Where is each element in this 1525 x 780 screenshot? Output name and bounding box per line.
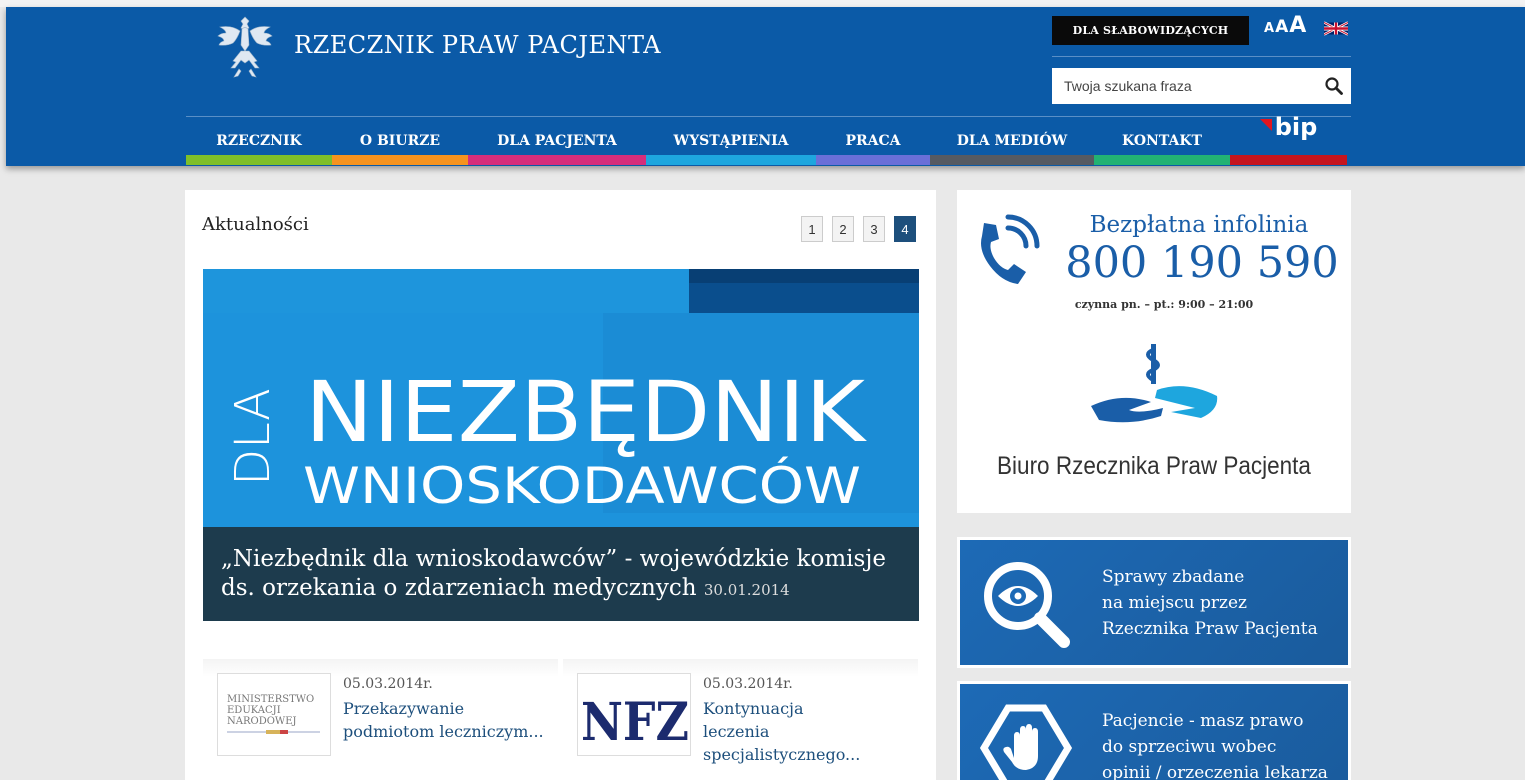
nav-item-kontakt[interactable]: KONTAKT [1094,117,1230,165]
hero-image-side-text: DLA [225,388,281,486]
promo-text: Sprawy zbadane na miejscu przez Rzecznik… [1102,564,1318,642]
search-box [1052,68,1351,104]
font-size-switcher: A A A [1264,13,1306,38]
promo-panel: Pacjencie - masz prawo do sprzeciwu wobe… [960,684,1348,780]
promo-line: na miejscu przez [1102,593,1247,613]
promo-line: opinii / orzeczenia lekarza [1102,763,1328,780]
news-title[interactable]: Przekazywanie podmiotom leczniczym... [343,697,548,743]
nav-label: DLA MEDIÓW [956,133,1068,149]
thumb-text-line2: EDUKACJI [227,705,281,716]
news-date: 05.03.2014r. [343,676,433,692]
nav-color-bar [468,155,646,165]
nav-label: O BIURZE [359,133,441,149]
font-large-button[interactable]: A [1289,13,1306,38]
promo-line: Pacjencie - masz prawo [1102,711,1304,731]
thumb-text-line3: NARODOWEJ [227,716,297,727]
nav-label: bip [1274,113,1318,141]
hero-slide[interactable]: DLA NIEZBĘDNIK WNIOSKODAWCÓW „Niezbędnik… [203,269,919,621]
hero-caption: „Niezbędnik dla wnioskodawców” - wojewód… [203,527,919,621]
uk-flag-icon[interactable] [1324,21,1348,36]
search-icon[interactable] [1317,68,1351,104]
site-title[interactable]: RZECZNIK PRAW PACJENTA [294,31,661,59]
bip-flag-icon [1259,119,1272,131]
search-input[interactable] [1052,68,1317,104]
stop-hand-icon [980,704,1072,780]
hero-image-line2: WNIOSKODAWCÓW [303,456,861,515]
office-name: Biuro Rzecznika Praw Pacjenta [997,452,1311,480]
main-nav: RZECZNIK O BIURZE DLA PACJENTA WYSTĄPIEN… [186,113,1351,165]
nav-label: RZECZNIK [216,133,302,149]
nav-color-bar [816,155,930,165]
site-header: RZECZNIK PRAW PACJENTA DLA SŁABOWIDZĄCYC… [6,7,1525,166]
page-button-2[interactable]: 2 [832,216,854,242]
nav-item-dla-mediow[interactable]: DLA MEDIÓW [930,117,1094,165]
nav-label: DLA PACJENTA [497,133,617,149]
nav-color-bar [186,155,332,165]
nfz-logo-icon: NFZ [581,692,689,753]
promo-line: Rzecznika Praw Pacjenta [1102,619,1318,639]
header-divider [1052,56,1351,57]
promo-text: Pacjencie - masz prawo do sprzeciwu wobe… [1102,708,1328,780]
thumb-text-line1: MINISTERSTWO [227,694,314,705]
news-panel: Aktualności 1 2 3 4 DLA NIEZBĘDNIK WNIOS… [185,190,936,780]
font-medium-button[interactable]: A [1275,17,1288,37]
promo-objection[interactable]: Pacjencie - masz prawo do sprzeciwu wobe… [957,681,1351,780]
nav-item-wystapienia[interactable]: WYSTĄPIENIA [646,117,816,165]
magnifier-eye-icon [984,562,1070,648]
promo-line: Sprawy zbadane [1102,567,1245,587]
nav-item-rzecznik[interactable]: RZECZNIK [186,117,332,165]
nav-color-bar [646,155,816,165]
nav-item-bip[interactable]: bip [1230,103,1347,165]
promo-panel: Sprawy zbadane na miejscu przez Rzecznik… [960,540,1348,665]
low-vision-button[interactable]: DLA SŁABOWIDZĄCYCH [1052,16,1249,45]
thumb-nfz-text: NFZ [581,692,689,753]
page-button-1[interactable]: 1 [801,216,823,242]
news-card[interactable]: MINISTERSTWO EDUKACJI NARODOWEJ 05.03.20… [203,659,558,764]
nav-label: PRACA [845,133,901,149]
eagle-emblem-icon[interactable] [209,9,281,81]
nav-color-bar [332,155,468,165]
hero-date: 30.01.2014 [703,581,790,599]
nav-item-praca[interactable]: PRACA [816,117,930,165]
nav-color-bar [1094,155,1230,165]
news-thumbnail: NFZ [577,673,691,756]
infoline-hours: czynna pn. – pt.: 9:00 – 21:00 [1074,298,1254,311]
infoline-title: Bezpłatna infolinia [1089,212,1309,238]
infoline-number[interactable]: 800 190 590 [957,238,1351,288]
promo-inspections[interactable]: Sprawy zbadane na miejscu przez Rzecznik… [957,537,1351,668]
font-small-button[interactable]: A [1264,21,1274,36]
news-title[interactable]: Kontynuacja leczenia specjalistycznego..… [703,697,873,766]
browser-strip [0,0,1525,7]
news-thumbnail: MINISTERSTWO EDUKACJI NARODOWEJ [217,673,331,756]
nav-label: WYSTĄPIENIA [673,133,789,149]
nav-item-o-biurze[interactable]: O BIURZE [332,117,468,165]
news-date: 05.03.2014r. [703,676,793,692]
page-button-4[interactable]: 4 [894,216,916,242]
page-button-3[interactable]: 3 [863,216,885,242]
nav-label: KONTAKT [1122,133,1202,149]
nav-item-dla-pacjenta[interactable]: DLA PACJENTA [468,117,646,165]
hero-image-line1: NIEZBĘDNIK [305,363,867,461]
news-card[interactable]: NFZ 05.03.2014r. Kontynuacja leczenia sp… [563,659,918,764]
section-title: Aktualności [202,214,309,235]
brpp-hands-logo-icon [1091,344,1218,423]
nav-color-bar [1230,155,1347,165]
promo-line: do sprzeciwu wobec [1102,737,1277,757]
nav-color-bar [930,155,1094,165]
men-logo-icon: MINISTERSTWO EDUKACJI NARODOWEJ [227,694,320,734]
infoline-box[interactable]: Bezpłatna infolinia 800 190 590 czynna p… [957,190,1351,513]
pagination: 1 2 3 4 [801,216,916,242]
